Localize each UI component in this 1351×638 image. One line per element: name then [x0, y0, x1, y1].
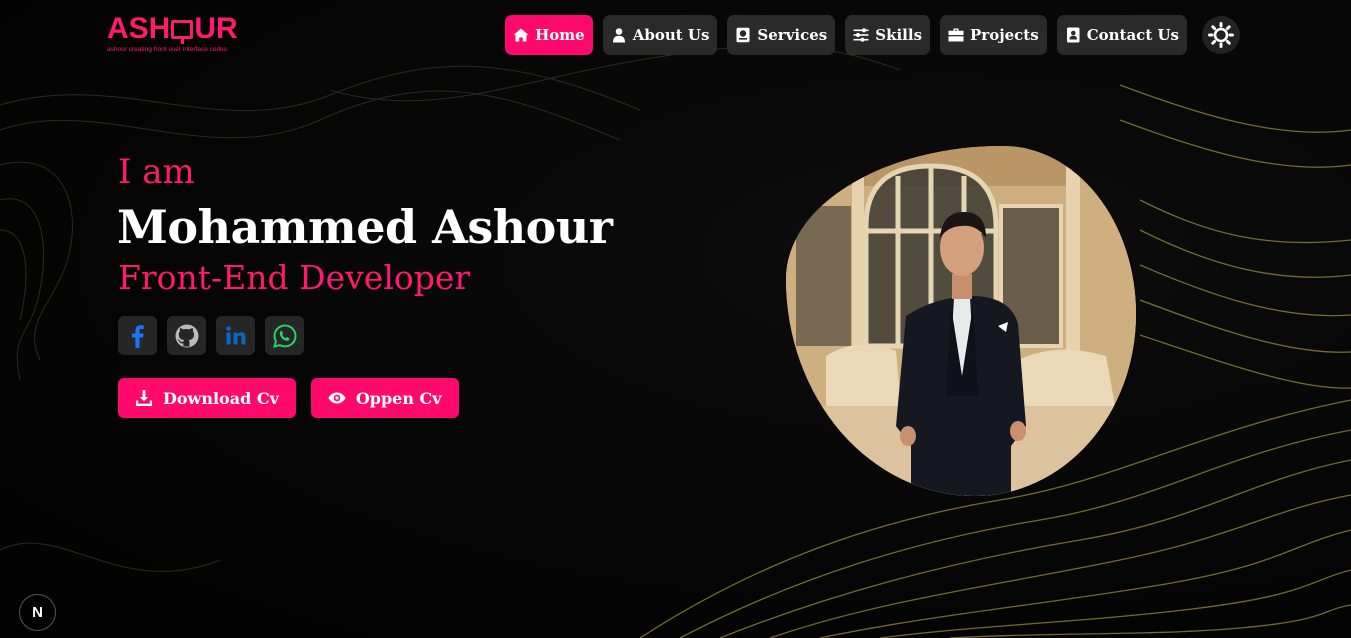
- contact-book-icon: [1066, 27, 1080, 43]
- hero-role: Front-End Developer: [118, 258, 471, 297]
- nav-item-skills[interactable]: Skills: [845, 15, 931, 55]
- social-link-linkedin[interactable]: [216, 316, 255, 355]
- sliders-icon: [853, 28, 869, 42]
- nextjs-dev-badge[interactable]: N: [19, 594, 56, 631]
- theme-toggle-button[interactable]: [1202, 16, 1240, 54]
- nav-item-services[interactable]: Services: [727, 15, 836, 55]
- nav-item-label: Contact Us: [1086, 26, 1179, 44]
- hero-intro: I am: [118, 152, 195, 192]
- download-icon: [136, 390, 152, 406]
- nav-item-label: Skills: [875, 26, 923, 44]
- social-links: [118, 316, 304, 355]
- nav-item-about[interactable]: About Us: [602, 15, 718, 55]
- nav-item-home[interactable]: Home: [505, 15, 593, 55]
- nextjs-badge-label: N: [32, 604, 43, 621]
- brand-logo[interactable]: ASH UR ashour creating front user interf…: [107, 14, 257, 54]
- service-icon: [736, 27, 750, 43]
- sun-icon: [1208, 22, 1234, 48]
- profile-photo: [786, 146, 1136, 496]
- profile-photo-illustration: [786, 146, 1136, 496]
- open-cv-label: Oppen Cv: [355, 388, 442, 408]
- eye-icon: [328, 392, 346, 404]
- nav-item-contact[interactable]: Contact Us: [1056, 15, 1187, 55]
- home-icon: [513, 28, 529, 42]
- nav-item-label: About Us: [632, 26, 710, 44]
- open-cv-button[interactable]: Oppen Cv: [310, 378, 459, 418]
- main-nav: Home About Us Services Skills Projects C…: [505, 15, 1187, 55]
- monitor-icon: [171, 19, 194, 44]
- nav-item-projects[interactable]: Projects: [940, 15, 1047, 55]
- linkedin-icon: [225, 325, 245, 344]
- facebook-icon: [131, 324, 144, 348]
- nav-item-label: Services: [757, 26, 828, 44]
- logo-tagline: ashour creating front user interface cod…: [107, 46, 227, 53]
- social-link-whatsapp[interactable]: [265, 316, 304, 355]
- hero-name: Mohammed Ashour: [117, 200, 613, 254]
- whatsapp-icon: [272, 323, 297, 348]
- nav-item-label: Home: [535, 26, 585, 44]
- download-cv-button[interactable]: Download Cv: [118, 378, 296, 418]
- social-link-github[interactable]: [167, 316, 206, 355]
- download-cv-label: Download Cv: [163, 388, 279, 408]
- github-icon: [175, 324, 198, 347]
- logo-wordmark: ASH UR: [107, 14, 257, 44]
- cv-buttons: Download Cv Oppen Cv: [118, 378, 459, 418]
- briefcase-icon: [948, 28, 964, 42]
- logo-text-left: ASH: [107, 12, 171, 45]
- social-link-facebook[interactable]: [118, 316, 157, 355]
- logo-text-right: UR: [194, 12, 238, 45]
- nav-item-label: Projects: [970, 26, 1039, 44]
- page: ASH UR ashour creating front user interf…: [0, 0, 1351, 638]
- user-icon: [612, 28, 625, 43]
